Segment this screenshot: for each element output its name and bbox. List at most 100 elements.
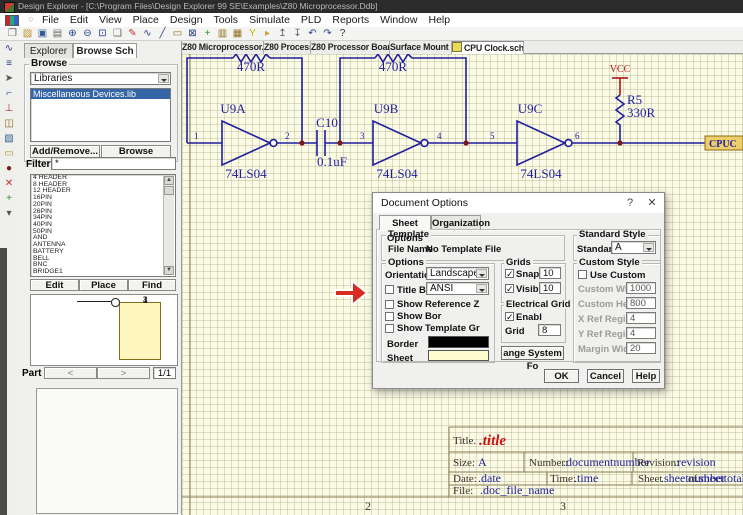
y-ref-region-input[interactable]: 4 bbox=[626, 327, 656, 339]
component-list-scrollbar[interactable]: ▲ ▼ bbox=[163, 176, 174, 275]
custom-height-input[interactable]: 800 bbox=[626, 297, 656, 309]
document-icon[interactable] bbox=[5, 15, 19, 26]
use-custom-checkbox[interactable] bbox=[578, 270, 587, 279]
show-template-checkbox[interactable] bbox=[385, 324, 394, 333]
line-tool-icon[interactable]: ╱ bbox=[155, 27, 170, 40]
library-icon[interactable]: ▥ bbox=[215, 27, 230, 40]
show-reference-checkbox[interactable] bbox=[385, 300, 394, 309]
system-menu-icon[interactable]: ○ bbox=[26, 14, 36, 25]
component-list-item[interactable]: BATTERY bbox=[33, 249, 164, 256]
chevron-down-icon[interactable] bbox=[476, 284, 487, 293]
title-block-checkbox[interactable] bbox=[385, 285, 394, 294]
pointer-icon[interactable]: ➤ bbox=[0, 71, 18, 86]
crosshair-icon[interactable]: + bbox=[200, 27, 215, 40]
dialog-help-icon[interactable]: ? bbox=[620, 193, 640, 213]
menu-item[interactable]: Tools bbox=[214, 13, 239, 27]
scroll-thumb[interactable] bbox=[164, 186, 174, 195]
place-button[interactable]: Place bbox=[79, 279, 128, 291]
menu-item[interactable]: Place bbox=[133, 13, 159, 27]
inverter-u9a[interactable] bbox=[222, 121, 277, 165]
component-list-item[interactable]: 26PIN bbox=[33, 209, 164, 216]
save-icon[interactable]: ▣ bbox=[35, 27, 50, 40]
tab-browse-sch[interactable]: Browse Sch bbox=[73, 43, 137, 58]
custom-width-input[interactable]: 1000 bbox=[626, 282, 656, 294]
electrical-grid-input[interactable]: 8 bbox=[538, 324, 561, 336]
tab-explorer[interactable]: Explorer bbox=[24, 43, 73, 58]
redline-icon[interactable]: ✎ bbox=[125, 27, 140, 40]
tab-surface-mount-revision[interactable]: Surface Mount Revision bbox=[390, 41, 452, 54]
x-ref-region-input[interactable]: 4 bbox=[626, 312, 656, 324]
menu-item[interactable]: Help bbox=[428, 13, 450, 27]
wire-tool-icon[interactable]: ∿ bbox=[140, 27, 155, 40]
bus-tool-icon[interactable]: ≡ bbox=[0, 56, 18, 71]
chevron-down-icon[interactable] bbox=[643, 243, 654, 252]
probe-icon[interactable]: + bbox=[0, 191, 18, 206]
wishbone-icon[interactable]: Y bbox=[245, 27, 260, 40]
tab-z80-microprocessor[interactable]: Z80 Microprocessor.Ddb bbox=[182, 41, 264, 54]
part-prev-button[interactable]: < bbox=[44, 367, 97, 379]
find-button[interactable]: Find bbox=[128, 279, 176, 291]
port-icon[interactable]: ▭ bbox=[0, 146, 18, 161]
menu-item[interactable]: PLD bbox=[301, 13, 321, 27]
inverter-u9b[interactable] bbox=[373, 121, 428, 165]
menu-item[interactable]: File bbox=[42, 13, 59, 27]
component-list[interactable]: 4 HEADER8 HEADER12 HEADER16PIN20PIN26PIN… bbox=[30, 174, 176, 277]
directive-icon[interactable]: ▾ bbox=[0, 206, 18, 221]
port-cpuclk[interactable]: CPUC bbox=[705, 136, 743, 150]
open-icon[interactable]: ▨ bbox=[20, 27, 35, 40]
chevron-down-icon[interactable] bbox=[476, 269, 487, 278]
vcc-power-port[interactable] bbox=[612, 78, 628, 95]
component-list-item[interactable]: 34PIN bbox=[33, 215, 164, 222]
run-icon[interactable]: ▸ bbox=[260, 27, 275, 40]
standard-dropdown[interactable]: A bbox=[611, 241, 656, 254]
menu-item[interactable]: View bbox=[99, 13, 122, 27]
component-list-item[interactable]: BRIDGE1 bbox=[33, 269, 164, 276]
help-button[interactable]: Help bbox=[632, 369, 660, 383]
part-next-button[interactable]: > bbox=[97, 367, 150, 379]
zoom-in-icon[interactable]: ⊕ bbox=[65, 27, 80, 40]
cancel-button[interactable]: Cancel bbox=[587, 369, 624, 383]
library-list-item[interactable]: Miscellaneous Devices.lib bbox=[31, 89, 170, 99]
sheet-symbol-icon[interactable]: ▧ bbox=[0, 131, 18, 146]
junction-icon[interactable]: ● bbox=[0, 161, 18, 176]
browse-type-dropdown[interactable]: Libraries bbox=[30, 72, 171, 85]
scroll-down-icon[interactable]: ▼ bbox=[164, 266, 174, 275]
sheet-down-icon[interactable]: ↧ bbox=[290, 27, 305, 40]
tab-sheet-options[interactable]: Sheet Options bbox=[379, 215, 431, 230]
wiring-tool-icon[interactable]: ∿ bbox=[0, 41, 18, 56]
documents-icon[interactable]: ❏ bbox=[110, 27, 125, 40]
component-list-item[interactable]: 40PIN bbox=[33, 222, 164, 229]
tab-organization[interactable]: Organization bbox=[431, 215, 481, 230]
inverter-u9c[interactable] bbox=[517, 121, 572, 165]
ok-button[interactable]: OK bbox=[544, 369, 579, 383]
dialog-close-icon[interactable]: ✕ bbox=[642, 193, 662, 213]
chevron-down-icon[interactable] bbox=[158, 74, 169, 83]
menu-item[interactable]: Edit bbox=[70, 13, 88, 27]
paste-icon[interactable]: ❐ bbox=[5, 27, 20, 40]
visible-grid-checkbox[interactable] bbox=[505, 284, 514, 293]
menu-item[interactable]: Window bbox=[380, 13, 417, 27]
component-list-item[interactable]: 20PIN bbox=[33, 202, 164, 209]
power-port-icon[interactable]: ⊥ bbox=[0, 101, 18, 116]
tab-z80-processor[interactable]: Z80 Processor bbox=[264, 41, 311, 54]
zoom-out-icon[interactable]: ⊖ bbox=[80, 27, 95, 40]
component-list-item[interactable]: 12 HEADER bbox=[33, 188, 164, 195]
selection-rect-icon[interactable]: ▭ bbox=[170, 27, 185, 40]
tab-cpu-clock[interactable]: CPU Clock.sch bbox=[452, 41, 524, 54]
tab-z80-processor-board[interactable]: Z80 Processor Board.pcb bbox=[311, 41, 390, 54]
print-icon[interactable]: ▤ bbox=[50, 27, 65, 40]
edit-button[interactable]: Edit bbox=[30, 279, 79, 291]
scroll-up-icon[interactable]: ▲ bbox=[164, 176, 174, 185]
border-color-swatch[interactable] bbox=[428, 336, 489, 348]
margin-width-input[interactable]: 20 bbox=[626, 342, 656, 354]
orientation-dropdown[interactable]: Landscape bbox=[426, 267, 489, 280]
change-system-font-button[interactable]: ange System Fo bbox=[501, 346, 564, 360]
help-icon[interactable]: ? bbox=[335, 27, 350, 40]
zoom-select-icon[interactable]: ⊠ bbox=[185, 27, 200, 40]
component-list-item[interactable]: 50PIN bbox=[33, 229, 164, 236]
component-list-item[interactable]: 16PIN bbox=[33, 195, 164, 202]
library-list[interactable]: Miscellaneous Devices.lib bbox=[30, 88, 171, 142]
electrical-grid-enable-checkbox[interactable] bbox=[505, 312, 514, 321]
part-icon[interactable]: ◫ bbox=[0, 116, 18, 131]
sheet-up-icon[interactable]: ↥ bbox=[275, 27, 290, 40]
